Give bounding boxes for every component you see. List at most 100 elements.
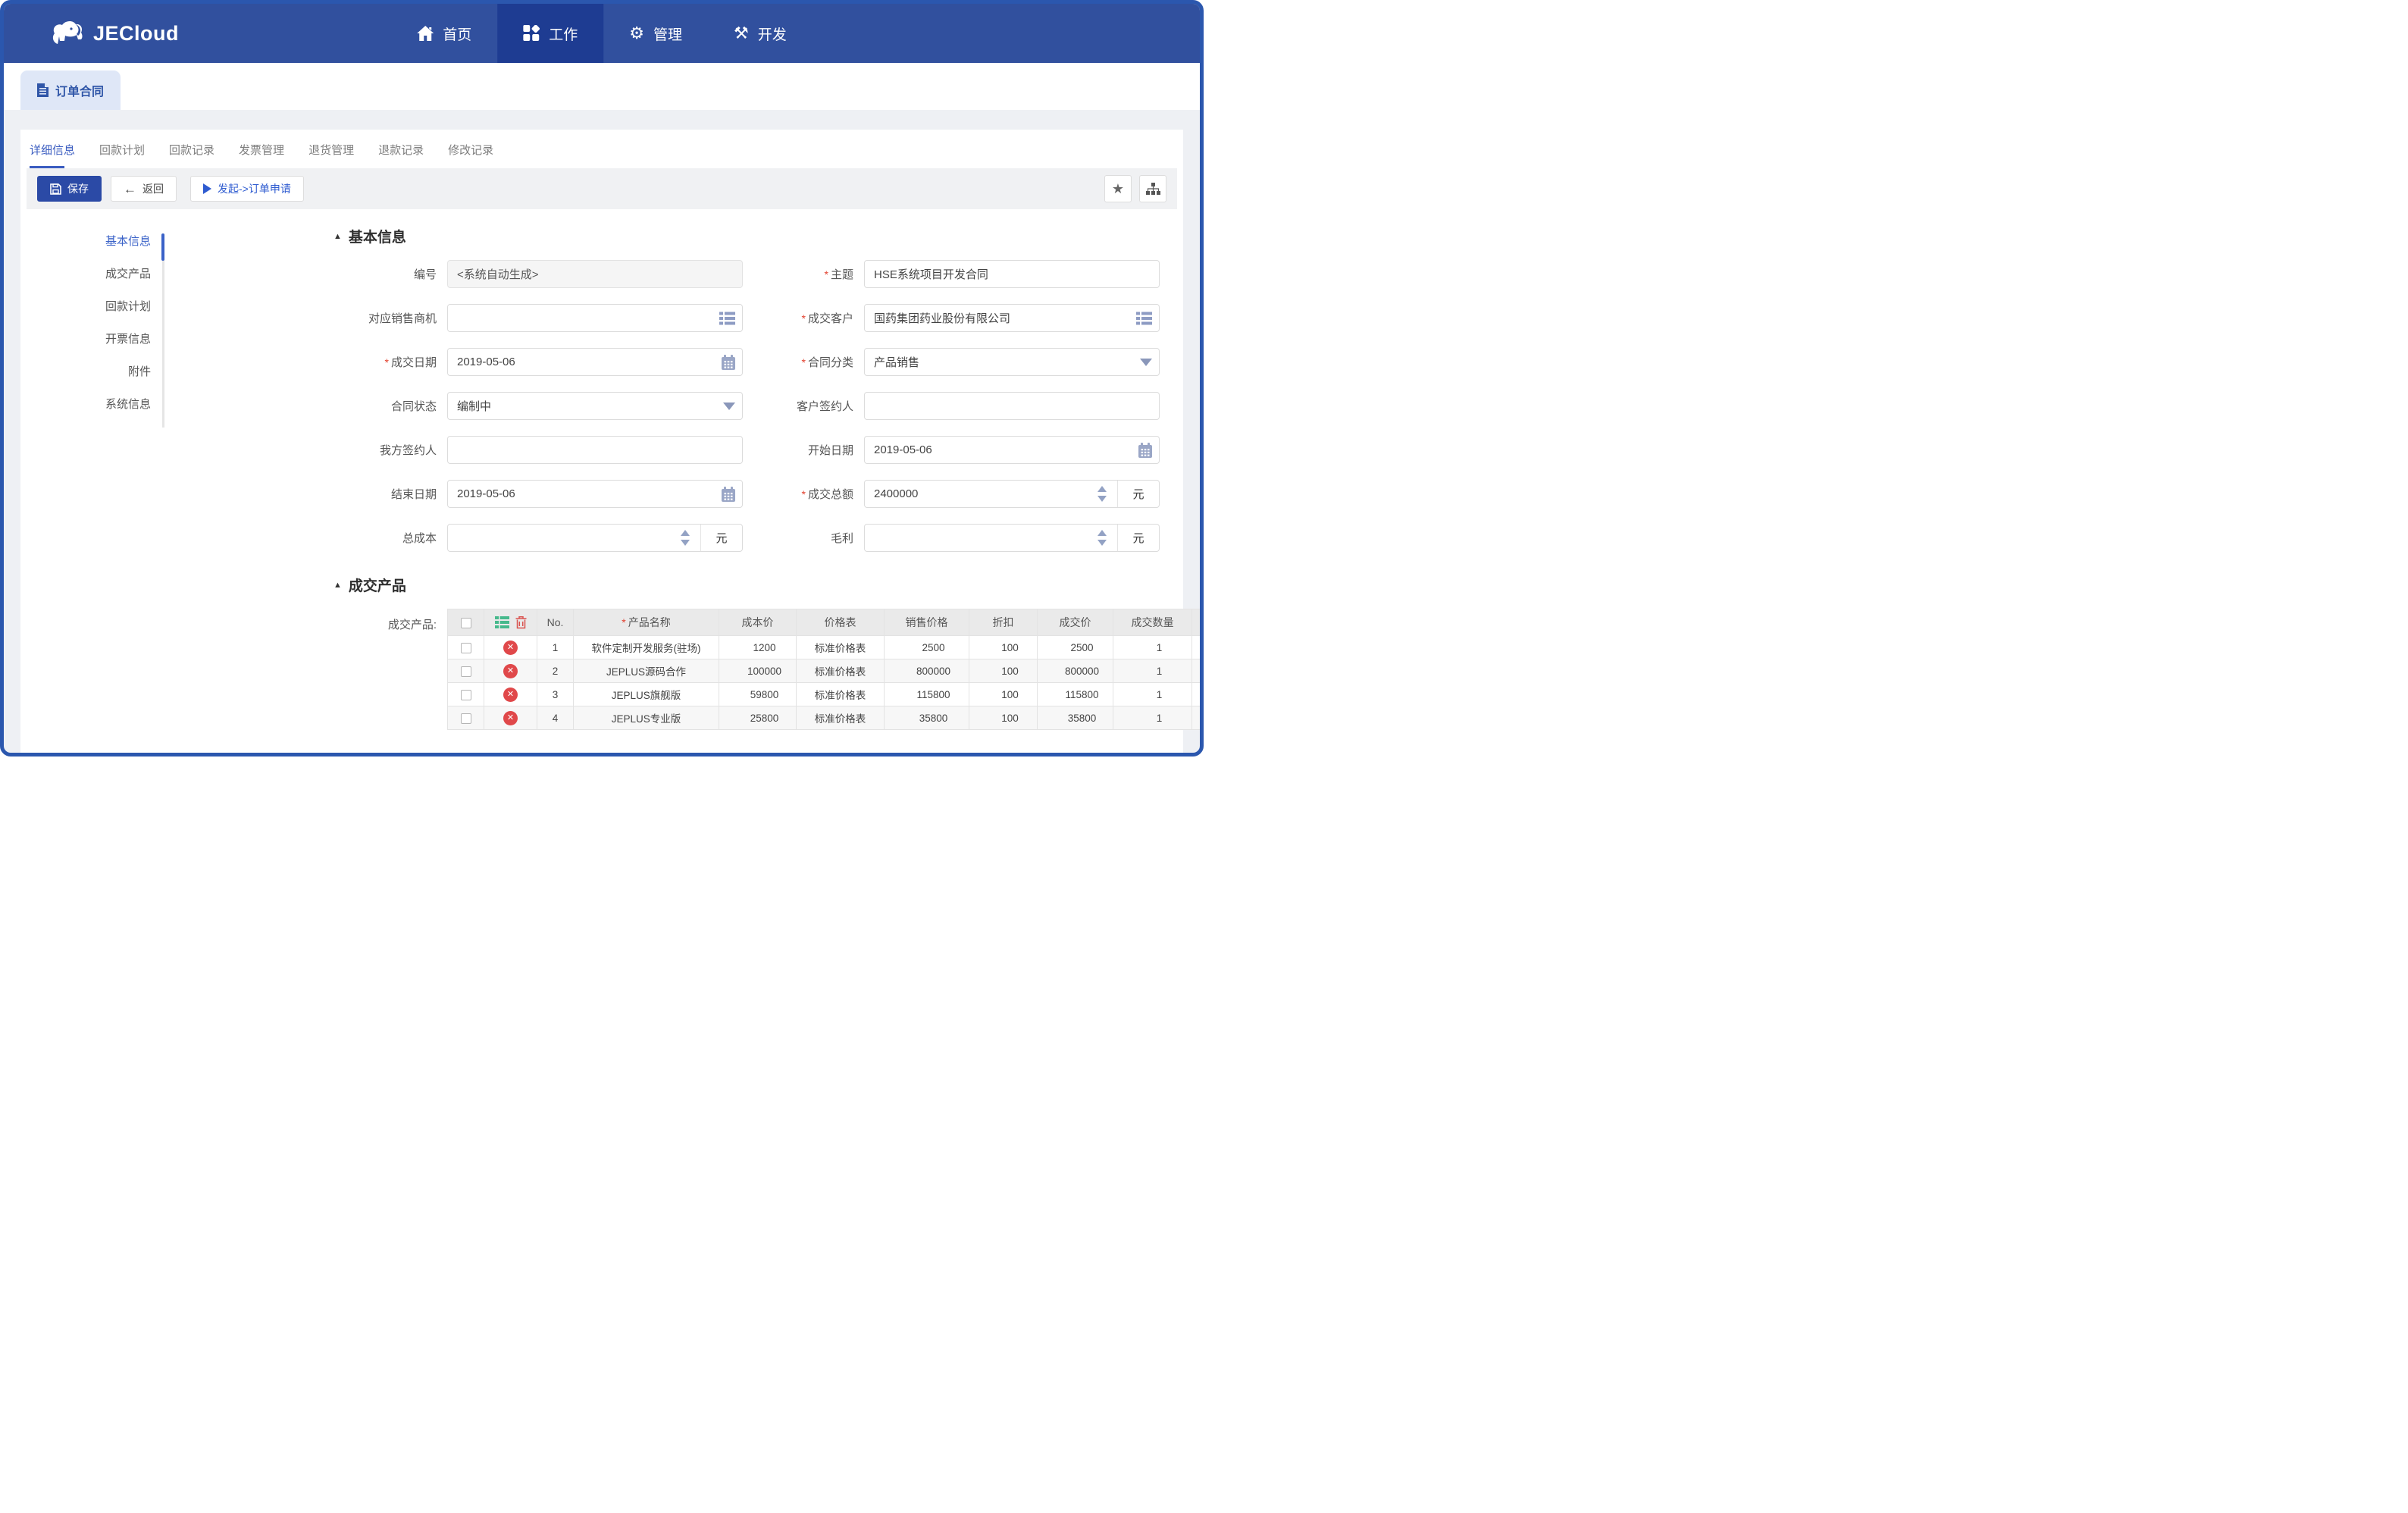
anchor-track [162,233,164,428]
top-navbar: JECloud 首页 工作 ⚙ 管理 ⚒ 开发 [4,4,1200,63]
save-button[interactable]: 保存 [37,176,102,202]
step-down-icon [681,540,690,546]
calendar-icon[interactable] [722,354,735,370]
status-select[interactable] [447,392,743,420]
delete-row-button[interactable]: ✕ [503,687,518,702]
required-mark: * [801,487,806,500]
section-basic-info[interactable]: ▲ 基本信息 [333,226,1200,246]
row-checkbox[interactable] [460,642,471,653]
subtab-modify-record[interactable]: 修改记录 [448,142,493,168]
back-button[interactable]: ← 返回 [111,176,177,202]
anchor-attachments[interactable]: 附件 [20,361,181,393]
row-checkbox[interactable] [460,666,471,677]
col-saleprice: 销售价格 [884,609,969,636]
cost-input[interactable] [448,525,700,551]
subtab-detail[interactable]: 详细信息 [30,142,75,168]
sitemap-button[interactable] [1139,175,1166,202]
work-grid-icon [523,25,540,42]
total-label: * 成交总额 [801,487,853,502]
tab-order-contract[interactable]: 订单合同 [20,70,121,110]
subtab-return[interactable]: 退货管理 [308,142,354,168]
favorite-button[interactable]: ★ [1104,175,1132,202]
nav-item-home[interactable]: 首页 [391,4,497,63]
col-cost: 成本价 [719,609,797,636]
number-stepper[interactable] [1094,481,1110,507]
customer-input[interactable] [864,304,1160,332]
section-deal-products[interactable]: ▲ 成交产品 [333,575,1200,595]
collapse-triangle-icon: ▲ [333,580,342,590]
delete-rows-icon[interactable] [515,616,527,629]
home-icon [417,26,434,41]
number-stepper[interactable] [677,525,694,551]
calendar-icon[interactable] [722,486,735,502]
add-row-icon[interactable] [494,616,509,628]
delete-row-button[interactable]: ✕ [503,663,518,678]
cust-signer-input[interactable] [864,392,1160,420]
step-down-icon [1098,540,1107,546]
form-main: 基本信息 成交产品 回款计划 开票信息 附件 系统信息 ▲ 基本信息 编号 <系… [20,209,1200,730]
deal-date-input[interactable] [447,348,743,376]
col-dealprice: 成交价 [1037,609,1113,636]
chevron-down-icon[interactable] [1140,358,1152,366]
anchor-active-bar [161,233,164,261]
number-stepper[interactable] [1094,525,1110,551]
select-all-cell [447,609,484,636]
anchor-deal-products[interactable]: 成交产品 [20,263,181,296]
profit-input[interactable] [865,525,1117,551]
delete-row-button[interactable]: ✕ [503,640,518,655]
launch-workflow-button[interactable]: 发起->订单申请 [190,176,304,202]
customer-field [864,304,1160,332]
subtab-invoice[interactable]: 发票管理 [239,142,284,168]
profit-field: 元 [864,524,1160,552]
customer-label: * 成交客户 [801,312,853,326]
anchor-system-info[interactable]: 系统信息 [20,393,181,426]
delete-row-button[interactable]: ✕ [503,710,518,725]
products-field-label: 成交产品: [387,619,437,631]
profit-label: 毛利 [830,532,853,545]
section-title: 基本信息 [348,230,406,246]
code-input[interactable] [447,260,743,288]
col-pricelist: 价格表 [796,609,885,636]
opportunity-field [447,304,743,332]
row-checkbox[interactable] [460,689,471,700]
subtab-payment-record[interactable]: 回款记录 [169,142,214,168]
chevron-down-icon[interactable] [723,402,735,410]
table-header-row: No. *产品名称 成本价 价格表 销售价格 折扣 成交价 成交数量 小计 [447,609,1200,636]
nav-item-dev[interactable]: ⚒ 开发 [708,4,813,63]
required-mark: * [801,312,806,324]
nav-item-admin[interactable]: ⚙ 管理 [603,4,708,63]
subject-input[interactable] [864,260,1160,288]
subtab-payment-plan[interactable]: 回款计划 [99,142,145,168]
basic-info-grid: 编号 *主题 对应销售商机 [333,260,1200,552]
table-row: ✕ 3 JEPLUS旗舰版 59800 标准价格表 115800 100 115… [447,682,1200,706]
section-title: 成交产品 [348,578,406,594]
status-label: 合同状态 [390,400,437,413]
required-mark: * [384,356,389,368]
required-mark: * [824,268,828,280]
tab-label: 订单合同 [55,86,104,99]
anchor-payment-plan[interactable]: 回款计划 [20,296,181,328]
select-all-checkbox[interactable] [460,618,471,629]
list-picker-icon[interactable] [1136,312,1152,324]
required-mark: * [622,616,626,628]
row-checkbox[interactable] [460,713,471,724]
nav-item-work[interactable]: 工作 [497,4,604,63]
cost-label: 总成本 [402,532,437,545]
anchor-basic-info[interactable]: 基本信息 [20,230,181,263]
our-signer-input[interactable] [447,436,743,464]
step-up-icon [1098,530,1107,536]
col-qty: 成交数量 [1113,609,1192,636]
list-picker-icon[interactable] [719,312,735,324]
cust-signer-field [864,392,1160,420]
opportunity-input[interactable] [447,304,743,332]
anchor-invoice-info[interactable]: 开票信息 [20,328,181,361]
products-field-row: 成交产品: No. * 产品名称 成本价 价格表 销售价格 折扣 成交价 成交数… [333,609,1200,730]
subtab-refund[interactable]: 退款记录 [378,142,424,168]
deal-date-label: * 成交日期 [384,356,437,370]
brand[interactable]: JECloud [4,4,179,63]
total-input[interactable] [865,481,1117,507]
start-date-input[interactable] [864,436,1160,464]
end-date-input[interactable] [447,480,743,508]
category-select[interactable] [864,348,1160,376]
calendar-icon[interactable] [1138,442,1152,458]
